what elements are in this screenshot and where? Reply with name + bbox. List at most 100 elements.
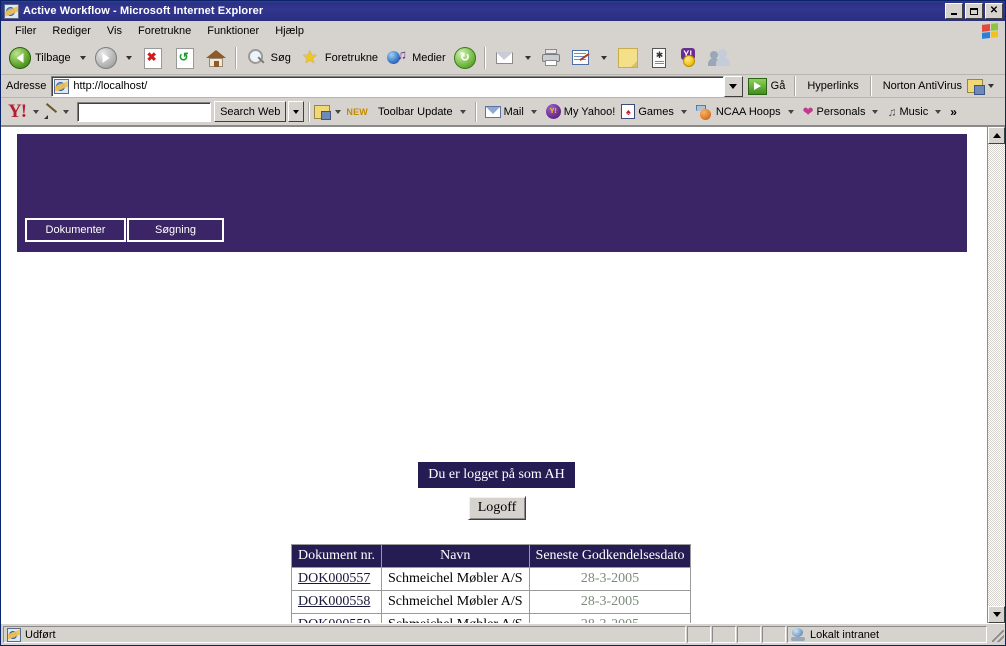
close-button[interactable]: ✕: [985, 3, 1003, 19]
table-row: DOK000558 Schmeichel Møbler A/S 28-3-200…: [291, 590, 692, 614]
yahoo-mail-button[interactable]: Mail: [481, 105, 526, 118]
column-header-document-nr: Dokument nr.: [291, 544, 382, 568]
logoff-button[interactable]: Logoff: [468, 496, 526, 520]
pencil-icon[interactable]: [44, 102, 58, 120]
messenger-button[interactable]: ✱: [644, 45, 674, 71]
search-web-dropdown-button[interactable]: [288, 101, 305, 122]
edit-button[interactable]: [566, 45, 596, 71]
print-button[interactable]: [536, 45, 566, 71]
bookmarks-dropdown-icon[interactable]: [335, 109, 342, 114]
browser-window: Active Workflow - Microsoft Internet Exp…: [0, 0, 1006, 646]
cell-date: 28-3-2005: [528, 590, 692, 614]
mail-icon: [484, 105, 501, 118]
yahoo-logo-dropdown-icon[interactable]: [33, 109, 40, 114]
overflow-chevron-icon[interactable]: »: [946, 105, 961, 119]
forward-dropdown-icon[interactable]: [125, 56, 132, 60]
personals-dropdown-icon[interactable]: [872, 109, 879, 114]
vertical-scrollbar[interactable]: [987, 127, 1005, 623]
document-link[interactable]: DOK000558: [298, 594, 370, 609]
column-header-approval-date: Seneste Godkendelsesdato: [528, 544, 692, 568]
address-dropdown-button[interactable]: [723, 75, 743, 97]
menu-item-view[interactable]: Vis: [99, 23, 130, 39]
personals-button[interactable]: ❤ Personals: [799, 103, 868, 119]
back-button[interactable]: Tilbage: [5, 45, 75, 71]
search-web-label: Search Web: [220, 105, 281, 118]
back-dropdown-icon[interactable]: [79, 56, 86, 60]
menu-bar: Filer Rediger Vis Foretrukne Funktioner …: [1, 21, 1005, 42]
scrollbar-track[interactable]: [988, 144, 1005, 606]
menu-item-favorites[interactable]: Foretrukne: [130, 23, 199, 39]
search-button[interactable]: Søg: [241, 45, 295, 71]
address-url-text: http://localhost/: [73, 80, 148, 92]
address-input[interactable]: http://localhost/: [51, 75, 724, 97]
mail-button[interactable]: [490, 45, 520, 71]
refresh-button[interactable]: ↺: [169, 45, 201, 71]
yahoo-messenger-button[interactable]: Y!: [674, 45, 704, 71]
menu-item-help[interactable]: Hjælp: [267, 23, 312, 39]
home-button[interactable]: [201, 45, 231, 71]
ncaa-hoops-dropdown-icon[interactable]: [787, 109, 794, 114]
page-content: Dokumenter Søgning Du er logget på som A…: [1, 127, 987, 623]
bookmarks-icon[interactable]: [314, 104, 332, 120]
ncaa-hoops-button[interactable]: NCAA Hoops: [692, 104, 783, 120]
nav-dokumenter-label: Dokumenter: [45, 224, 106, 236]
notes-button[interactable]: [612, 45, 644, 71]
scroll-up-button[interactable]: [988, 127, 1005, 144]
my-yahoo-button[interactable]: Y! My Yahoo!: [542, 104, 618, 119]
favorites-button[interactable]: ★ Foretrukne: [295, 45, 382, 71]
norton-dropdown-icon[interactable]: [988, 84, 994, 88]
document-link[interactable]: DOK000557: [298, 571, 370, 586]
address-label: Adresse: [6, 80, 47, 92]
contacts-button[interactable]: [704, 45, 734, 71]
toolbar-update-button[interactable]: Toolbar Update: [371, 106, 455, 118]
games-label: Games: [638, 105, 674, 118]
maximize-button[interactable]: [965, 3, 983, 19]
cell-name: Schmeichel Møbler A/S: [381, 590, 530, 614]
pencil-dropdown-icon[interactable]: [63, 109, 70, 114]
music-dropdown-icon[interactable]: [935, 109, 942, 114]
printer-icon: [540, 47, 562, 69]
yahoo-search-input[interactable]: [77, 101, 212, 122]
table-row: DOK000559 Schmeichel Møbler A/S 28-3-200…: [291, 613, 692, 623]
basketball-icon: [695, 104, 713, 120]
security-zone-area[interactable]: Lokalt intranet: [787, 626, 987, 643]
resize-grip[interactable]: [988, 626, 1005, 643]
go-button[interactable]: Gå: [747, 77, 786, 95]
hyperlinks-button[interactable]: Hyperlinks: [801, 80, 864, 92]
document-link[interactable]: DOK000559: [298, 617, 370, 623]
personals-icon: ❤: [802, 103, 814, 119]
media-button[interactable]: ♫ Medier: [382, 45, 450, 71]
history-button[interactable]: ↻: [450, 45, 480, 71]
status-message-area: Udført: [3, 626, 686, 643]
yahoo-logo-icon[interactable]: Y!: [6, 102, 28, 121]
messenger-device-icon: ✱: [651, 48, 666, 68]
norton-antivirus-button[interactable]: Norton AntiVirus: [877, 79, 1005, 95]
home-icon: [205, 48, 227, 68]
go-label: Gå: [770, 80, 786, 92]
refresh-icon: ↺: [175, 47, 194, 69]
nav-button-dokumenter[interactable]: Dokumenter: [25, 218, 126, 242]
menu-item-tools[interactable]: Funktioner: [199, 23, 267, 39]
nav-button-sogning[interactable]: Søgning: [127, 218, 224, 242]
music-button[interactable]: ♫ Music: [883, 105, 930, 119]
search-web-button[interactable]: Search Web: [214, 101, 287, 122]
status-bar: Udført Lokalt intranet: [1, 623, 1005, 645]
forward-button[interactable]: [91, 45, 121, 71]
games-dropdown-icon[interactable]: [680, 109, 687, 114]
yahoo-toolbar: Y! Search Web NEW Toolbar Update Mail Y!…: [1, 98, 1005, 126]
minimize-button[interactable]: [945, 3, 963, 19]
mail-dropdown-icon[interactable]: [524, 56, 531, 60]
toolbar-update-dropdown-icon[interactable]: [459, 109, 466, 114]
yahoo-mail-dropdown-icon[interactable]: [530, 109, 537, 114]
my-yahoo-icon: Y!: [545, 104, 561, 119]
scroll-down-button[interactable]: [988, 606, 1005, 623]
mail-icon: [494, 47, 516, 69]
cell-name: Schmeichel Møbler A/S: [381, 567, 530, 591]
cell-name: Schmeichel Møbler A/S: [381, 613, 530, 623]
stop-button[interactable]: ✖: [137, 45, 169, 71]
menu-item-edit[interactable]: Rediger: [44, 23, 99, 39]
edit-dropdown-icon[interactable]: [600, 56, 607, 60]
games-button[interactable]: ♠ Games: [617, 104, 675, 119]
menu-item-file[interactable]: Filer: [7, 23, 44, 39]
window-title: Active Workflow - Microsoft Internet Exp…: [23, 5, 264, 17]
